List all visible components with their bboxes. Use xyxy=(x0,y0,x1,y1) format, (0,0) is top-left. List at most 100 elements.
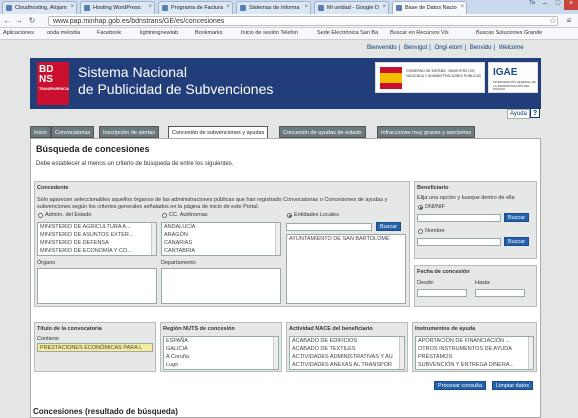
list-item[interactable]: OTROS INSTRUMENTOS DE AYUDA xyxy=(416,345,533,353)
list-item[interactable]: GALICIA xyxy=(164,345,278,353)
bookmark-item[interactable]: onda melodia xyxy=(47,30,80,36)
locales-list[interactable]: AYUNTAMIENTO DE SAN BARTOLOMÉ xyxy=(286,234,406,304)
departamento-label: Departamento xyxy=(161,260,196,266)
list-item[interactable]: AYUNTAMIENTO DE SAN BARTOLOMÉ xyxy=(287,235,405,243)
scrollbar[interactable] xyxy=(399,337,404,369)
browser-tab[interactable]: Programa de Factura × xyxy=(158,1,233,14)
bookmark-item[interactable]: Sede Electrónica San Ba xyxy=(317,30,378,36)
instrumentos-list[interactable]: APORTACIÓN DE FINANCIACIÓN ... OTROS INS… xyxy=(415,336,534,370)
organo-list[interactable] xyxy=(37,268,157,304)
browser-tab[interactable]: Cloudhosting, Alojam × xyxy=(2,1,77,14)
list-item[interactable]: A Coruña xyxy=(164,353,278,361)
close-icon[interactable]: × xyxy=(226,4,230,10)
main-tabs: Inicio Convocatorias Inscripción de aler… xyxy=(30,126,541,139)
list-item[interactable]: ACABADO DE TEXTILES xyxy=(290,345,404,353)
scrollbar[interactable] xyxy=(275,223,280,255)
list-item[interactable]: MINISTERIO DE AGRICULTURA A... xyxy=(38,223,156,231)
radio-nombre[interactable] xyxy=(418,229,423,234)
list-item[interactable]: MINISTERIO DE ASUNTOS EXTER... xyxy=(38,231,156,239)
list-item[interactable]: ESPAÑA xyxy=(164,337,278,345)
bdns-logo[interactable]: BDNS TRANSPARENCIA xyxy=(37,62,69,105)
reload-icon[interactable]: ↻ xyxy=(27,16,37,25)
locales-search-button[interactable]: Buscar xyxy=(376,222,402,231)
menu-icon[interactable]: ≡ xyxy=(564,16,574,25)
close-icon[interactable]: × xyxy=(70,4,74,10)
list-item[interactable]: Lugo xyxy=(164,361,278,369)
list-item[interactable]: SUBVENCIÓN Y ENTREGA DINERA... xyxy=(416,361,533,369)
igae-logo[interactable]: IGAE INTERVENCIÓN GENERAL DE LA ADMINIST… xyxy=(488,62,538,93)
fecha-box: Fecha de concesión Desde: Hasta: xyxy=(414,265,537,307)
close-window-icon[interactable]: × xyxy=(564,0,578,10)
list-item[interactable]: ACTIVIDADES ANEXAS AL TRANSPOR xyxy=(290,361,404,369)
close-icon[interactable]: × xyxy=(382,4,386,10)
bookmark-item[interactable]: Buscas Soluciones Grande xyxy=(476,30,542,36)
list-item[interactable]: MINISTERIO DE DEFENSA xyxy=(38,239,156,247)
desde-input[interactable] xyxy=(417,289,467,297)
list-item[interactable]: ACABADO DE EDIFICIOS xyxy=(290,337,404,345)
lang-link[interactable]: Bienvenido xyxy=(367,45,397,51)
tab-alertas[interactable]: Inscripción de alertas xyxy=(99,126,159,138)
list-item[interactable]: CANARIAS xyxy=(162,239,280,247)
back-icon[interactable]: ← xyxy=(2,16,12,25)
list-item[interactable]: ANDALUCÍA xyxy=(162,223,280,231)
forward-icon[interactable]: → xyxy=(14,16,24,25)
process-query-button[interactable]: Procesar consulta xyxy=(434,381,487,390)
bookmark-item[interactable]: Inicio de sesión Telefon xyxy=(241,30,298,36)
departamento-list[interactable] xyxy=(161,268,281,304)
help-link[interactable]: Ayuda xyxy=(507,109,530,119)
scrollbar[interactable] xyxy=(273,337,278,369)
dni-input[interactable] xyxy=(417,214,501,222)
help-icon[interactable]: ? xyxy=(530,108,540,118)
gobierno-logo[interactable]: GOBIERNO DE ESPAÑA · MINISTERIO DE HACIE… xyxy=(375,62,485,93)
clear-data-button[interactable]: Limpiar datos xyxy=(492,381,534,390)
browser-tab[interactable]: Mi unidad - Google D × xyxy=(314,1,389,14)
lang-link[interactable]: Benvido xyxy=(470,45,492,51)
list-item[interactable]: APORTACIÓN DE FINANCIACIÓN ... xyxy=(416,337,533,345)
titulo-input[interactable]: PRESTACIONES ECONÓMICAS PARA L xyxy=(37,343,153,352)
scrollbar[interactable] xyxy=(528,337,533,369)
maximize-icon[interactable]: □ xyxy=(551,0,565,10)
scrollbar[interactable] xyxy=(151,223,156,255)
browser-tab[interactable]: Hosting WordPress: × xyxy=(80,1,155,14)
tab-ayudas-estado[interactable]: Concesión de ayudas de estado xyxy=(279,126,366,138)
radio-locales[interactable] xyxy=(287,213,292,218)
locales-search-input[interactable] xyxy=(286,223,372,231)
bookmark-item[interactable]: Bookmarks xyxy=(195,30,223,36)
dni-search-button[interactable]: Buscar xyxy=(504,213,530,222)
radio-dni[interactable] xyxy=(418,205,423,210)
user-profile[interactable]: Ta xyxy=(525,0,539,10)
minimize-icon[interactable]: – xyxy=(538,0,552,10)
region-list[interactable]: ESPAÑA GALICIA A Coruña Lugo xyxy=(163,336,279,370)
lang-link[interactable]: Benvigut xyxy=(404,45,427,51)
star-icon[interactable]: ☆ xyxy=(548,16,558,25)
hasta-input[interactable] xyxy=(475,289,525,297)
bookmark-item[interactable]: Facebook xyxy=(97,30,121,36)
actividad-list[interactable]: ACABADO DE EDIFICIOS ACABADO DE TEXTILES… xyxy=(289,336,405,370)
tab-convocatorias[interactable]: Convocatorias xyxy=(51,126,95,138)
bookmark-item[interactable]: Aplicaciones xyxy=(3,30,34,36)
list-item[interactable]: CANTABRIA xyxy=(162,247,280,255)
nombre-search-button[interactable]: Buscar xyxy=(504,237,530,246)
url-field[interactable]: www.pap.minhap.gob.es/bdnstrans/GE/es/co… xyxy=(48,16,558,26)
tab-infracciones[interactable]: Infracciones muy graves y sanciones xyxy=(377,126,476,138)
bookmark-item[interactable]: Buscar en Recursos Vis xyxy=(390,30,449,36)
close-icon[interactable]: × xyxy=(304,4,308,10)
browser-tab[interactable]: Sistemas de Informa × xyxy=(236,1,311,14)
list-item[interactable]: ACTIVIDADES ADMINISTRATIVAS Y AU xyxy=(290,353,404,361)
radio-estado[interactable] xyxy=(38,213,43,218)
radio-autonomas[interactable] xyxy=(162,213,167,218)
lang-link[interactable]: Welcome xyxy=(499,45,524,51)
browser-tab-active[interactable]: Base de Datos Nacio × xyxy=(392,1,467,15)
tab-inicio[interactable]: Inicio xyxy=(30,126,51,138)
bookmark-item[interactable]: lightningnewtab xyxy=(140,30,178,36)
estado-list[interactable]: MINISTERIO DE AGRICULTURA A... MINISTERI… xyxy=(37,222,157,256)
close-icon[interactable]: × xyxy=(460,4,464,10)
autonomas-list[interactable]: ANDALUCÍA ARAGÓN CANARIAS CANTABRIA xyxy=(161,222,281,256)
spain-flag-icon xyxy=(380,67,402,89)
list-item[interactable]: MINISTERIO DE ECONOMÍA Y CO... xyxy=(38,247,156,255)
list-item[interactable]: PRÉSTAMOS xyxy=(416,353,533,361)
nombre-input[interactable] xyxy=(417,238,501,246)
list-item[interactable]: ARAGÓN xyxy=(162,231,280,239)
close-icon[interactable]: × xyxy=(148,4,152,10)
lang-link[interactable]: Ongi etorri xyxy=(435,45,463,51)
